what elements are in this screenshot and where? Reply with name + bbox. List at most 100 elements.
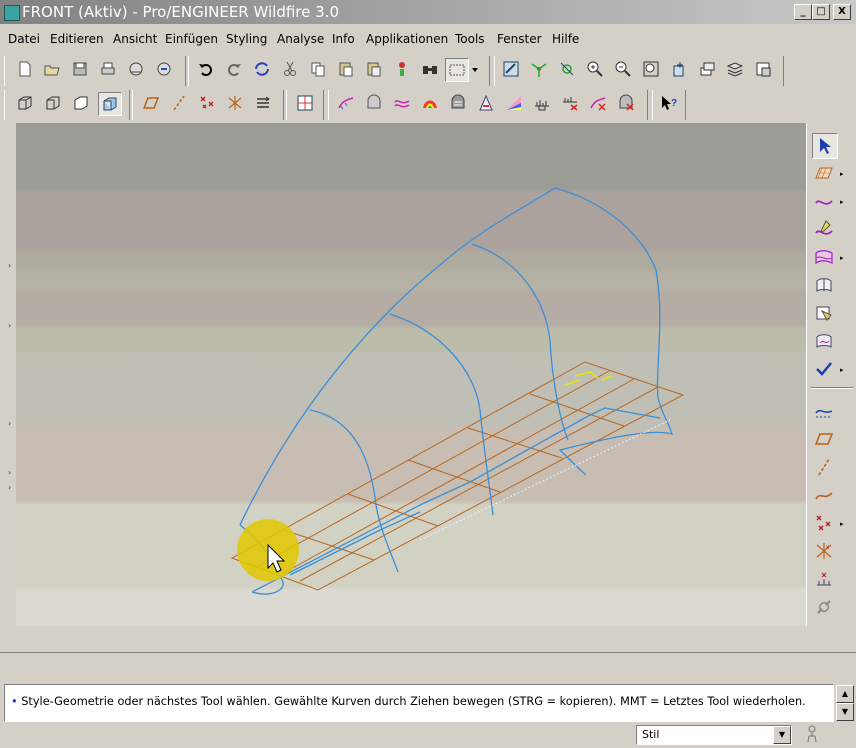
offset-analysis-icon[interactable] <box>391 92 413 114</box>
display-shaded-icon[interactable] <box>98 92 122 116</box>
copy-icon[interactable] <box>307 58 329 80</box>
curvature-analysis-icon[interactable] <box>335 92 357 114</box>
named-views-icon[interactable] <box>668 58 690 80</box>
datum-plane-icon[interactable] <box>812 427 836 451</box>
menu-datei[interactable]: Datei <box>8 32 40 46</box>
paste-icon[interactable] <box>335 58 357 80</box>
grid-icon[interactable] <box>294 92 316 114</box>
dihedral-analysis-icon[interactable] <box>531 92 553 114</box>
mail-attach-icon[interactable] <box>153 58 175 80</box>
spin-center-icon[interactable] <box>528 58 550 80</box>
sash-arrow-icon[interactable]: › <box>8 468 14 477</box>
offset-point-icon[interactable] <box>812 567 836 591</box>
graphics-window[interactable] <box>16 123 806 626</box>
surface-icon[interactable] <box>812 245 836 269</box>
sash-arrow-icon[interactable]: › <box>8 321 14 330</box>
select-box-dropdown-icon[interactable] <box>470 58 480 80</box>
layers-icon[interactable] <box>696 58 718 80</box>
menu-tools[interactable]: Tools <box>455 32 485 46</box>
csys-icon[interactable]: x <box>812 539 836 563</box>
curve-edit-icon[interactable] <box>812 217 836 241</box>
message-scroll-up-button[interactable]: ▲ <box>836 685 854 703</box>
minimize-button[interactable]: _ <box>794 4 812 20</box>
sash-arrow-icon[interactable]: › <box>8 419 14 428</box>
datum-plane-display-icon[interactable] <box>140 92 162 114</box>
repaint-icon[interactable] <box>500 58 522 80</box>
open-file-icon[interactable] <box>41 58 63 80</box>
sketched-curve-icon[interactable] <box>812 483 836 507</box>
section-analysis-icon[interactable] <box>363 92 385 114</box>
connect-surface-icon[interactable] <box>812 273 836 297</box>
display-no-hidden-icon[interactable] <box>70 92 92 114</box>
spin-center-display-icon[interactable] <box>252 92 274 114</box>
curve-on-surface-icon[interactable] <box>812 329 836 353</box>
datum-point-icon[interactable] <box>812 511 836 535</box>
maximize-button[interactable]: □ <box>812 4 830 20</box>
selection-filter-select[interactable]: Stil ▼ <box>636 725 792 745</box>
close-button[interactable]: X <box>833 4 851 20</box>
view-manager-icon[interactable] <box>724 58 746 80</box>
done-check-icon[interactable] <box>812 357 836 381</box>
graphics-scene[interactable] <box>16 123 806 626</box>
mail-icon[interactable] <box>125 58 147 80</box>
trim-surface-icon[interactable] <box>812 301 836 325</box>
message-area <box>0 626 856 653</box>
active-plane-dropdown-icon[interactable]: ▸ <box>840 170 844 178</box>
curve-dropdown-icon[interactable]: ▸ <box>840 198 844 206</box>
regenerate-icon[interactable] <box>251 58 273 80</box>
find-icon[interactable] <box>419 58 441 80</box>
model-tree-icon[interactable] <box>391 58 413 80</box>
select-arrow-icon[interactable] <box>812 133 838 159</box>
print-icon[interactable] <box>97 58 119 80</box>
zoom-out-icon[interactable] <box>612 58 634 80</box>
curve-analysis-icon[interactable] <box>812 399 836 423</box>
active-plane-icon[interactable] <box>812 161 836 185</box>
refit-icon[interactable] <box>640 58 662 80</box>
delete-analysis-icon[interactable] <box>587 92 609 114</box>
orient-icon[interactable] <box>556 58 578 80</box>
surface-dropdown-icon[interactable]: ▸ <box>840 254 844 262</box>
menu-editieren[interactable]: Editieren <box>50 32 104 46</box>
message-scroll-down-button[interactable]: ▼ <box>836 703 854 721</box>
slope-analysis-icon[interactable] <box>503 92 525 114</box>
zoom-in-icon[interactable] <box>584 58 606 80</box>
menu-hilfe[interactable]: Hilfe <box>552 32 579 46</box>
menu-analyse[interactable]: Analyse <box>277 32 324 46</box>
context-help-icon[interactable]: ? <box>658 92 680 114</box>
chevron-down-icon[interactable]: ▼ <box>773 726 791 744</box>
csys-display-icon[interactable] <box>224 92 246 114</box>
cut-icon[interactable] <box>279 58 301 80</box>
menu-info[interactable]: Info <box>332 32 355 46</box>
menu-ansicht[interactable]: Ansicht <box>113 32 157 46</box>
point-display-icon[interactable] <box>196 92 218 114</box>
menu-applikationen[interactable]: Applikationen <box>366 32 448 46</box>
paste-special-icon[interactable] <box>363 58 385 80</box>
display-wireframe-icon[interactable] <box>14 92 36 114</box>
curve-icon[interactable] <box>812 189 836 213</box>
draft-analysis-icon[interactable] <box>475 92 497 114</box>
datum-axis-display-icon[interactable] <box>168 92 190 114</box>
hide-analysis-icon[interactable] <box>615 92 637 114</box>
tree-icon[interactable] <box>752 58 774 80</box>
gaussian-analysis-icon[interactable] <box>419 92 441 114</box>
datum-point-dropdown-icon[interactable]: ▸ <box>840 520 844 528</box>
sash-arrow-icon[interactable]: › <box>8 261 14 270</box>
menu-fenster[interactable]: Fenster <box>497 32 542 46</box>
status-message: Style-Geometrie oder nächstes Tool wähle… <box>21 695 806 708</box>
undo-icon[interactable] <box>195 58 217 80</box>
done-dropdown-icon[interactable]: ▸ <box>840 366 844 374</box>
save-icon[interactable] <box>69 58 91 80</box>
link-icon[interactable] <box>812 595 836 619</box>
select-box-icon[interactable] <box>445 58 469 82</box>
sash-arrow-icon[interactable]: › <box>8 483 14 492</box>
curve-analysis-icon[interactable] <box>559 92 581 114</box>
redo-icon[interactable] <box>223 58 245 80</box>
svg-text:?: ? <box>671 98 677 109</box>
left-splitter[interactable]: › › › › › <box>0 123 16 626</box>
datum-axis-icon[interactable] <box>812 455 836 479</box>
display-hidden-icon[interactable] <box>42 92 64 114</box>
reflection-analysis-icon[interactable] <box>447 92 469 114</box>
new-file-icon[interactable] <box>14 58 36 80</box>
menu-einfuegen[interactable]: Einfügen <box>165 32 218 46</box>
menu-styling[interactable]: Styling <box>226 32 267 46</box>
